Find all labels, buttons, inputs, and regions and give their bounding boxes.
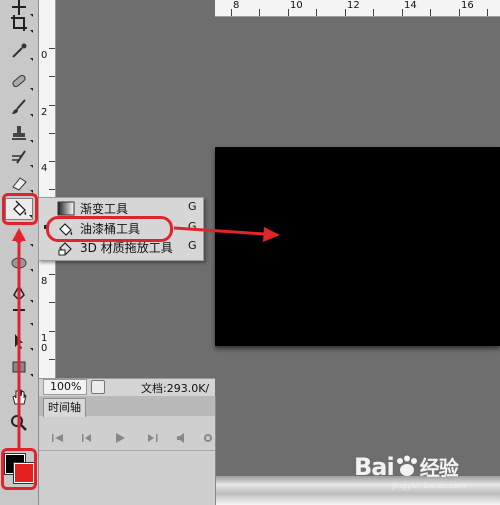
history-brush-tool[interactable] xyxy=(5,147,33,169)
vertical-ruler: 0 2 4 6 8 1 0 xyxy=(39,0,56,378)
ruler-label: 8 xyxy=(41,276,48,287)
play-button[interactable] xyxy=(113,428,127,443)
document-canvas[interactable] xyxy=(215,147,500,346)
brush-tool[interactable] xyxy=(5,96,33,118)
hand-icon xyxy=(12,389,27,405)
eyedropper-tool[interactable] xyxy=(5,40,33,62)
menu-item-label: 渐变工具 xyxy=(80,202,129,216)
go-to-first-frame-button[interactable] xyxy=(51,428,65,442)
eraser-icon xyxy=(12,177,27,191)
settings-button[interactable] xyxy=(201,428,212,442)
ruler-label: 10 xyxy=(290,0,303,11)
watermark-url: jingyan.baidu.com xyxy=(392,481,466,490)
zoom-level-field[interactable]: 100% xyxy=(43,379,87,395)
healing-brush-tool[interactable] xyxy=(5,70,33,92)
previous-frame-icon xyxy=(82,434,91,442)
ruler-label: 8 xyxy=(233,0,240,11)
annotation-highlight-color-swatches xyxy=(1,448,37,490)
menu-item-shortcut: G xyxy=(188,239,197,252)
previous-frame-button[interactable] xyxy=(81,428,95,442)
next-frame-icon xyxy=(148,434,158,442)
timeline-panel: 时间轴 xyxy=(39,396,216,505)
tab-timeline[interactable]: 时间轴 xyxy=(43,398,86,417)
baidu-jingyan-watermark: Bai 经验 jingyan.baidu.com xyxy=(354,448,494,492)
divider xyxy=(39,450,215,451)
paw-icon xyxy=(396,455,417,476)
brush-icon xyxy=(12,99,26,114)
ruler-label: 0 xyxy=(41,343,48,354)
first-frame-icon xyxy=(52,434,63,442)
bandage-icon xyxy=(12,74,26,88)
type-icon xyxy=(13,309,25,323)
history-brush-icon xyxy=(12,150,26,164)
watermark-brand: Bai 经验 xyxy=(354,453,459,481)
sponge-icon xyxy=(11,257,27,269)
crop-icon xyxy=(11,15,27,31)
eraser-tool[interactable] xyxy=(5,172,33,194)
crop-tool[interactable] xyxy=(5,12,33,34)
next-frame-button[interactable] xyxy=(145,428,159,442)
ruler-label: 14 xyxy=(404,0,417,11)
pen-icon xyxy=(13,284,25,302)
tools-panel xyxy=(0,0,39,505)
gradient-icon xyxy=(57,201,75,216)
shape-tool[interactable] xyxy=(5,356,33,378)
dodge-tool[interactable] xyxy=(5,226,33,248)
menu-item-shortcut: G xyxy=(188,220,197,233)
ruler-label: 0 xyxy=(41,50,48,61)
arrow-pointer-icon xyxy=(15,334,23,349)
audio-button[interactable] xyxy=(175,428,189,443)
annotation-highlight-bucket-tool xyxy=(2,193,38,225)
annotation-highlight-menu-item xyxy=(46,216,173,242)
ruler-label: 4 xyxy=(41,163,48,174)
gear-icon xyxy=(204,434,212,442)
clone-stamp-tool[interactable] xyxy=(5,122,33,144)
ruler-label: 16 xyxy=(461,0,474,11)
blur-drop-icon xyxy=(15,230,23,243)
horizontal-ruler: 8 10 12 14 16 xyxy=(215,0,500,17)
status-menu-icon[interactable] xyxy=(91,380,105,394)
ruler-label: 12 xyxy=(347,0,360,11)
document-size-info: 文档:293.0K/ xyxy=(141,382,210,395)
zoom-tool[interactable] xyxy=(5,412,33,434)
path-selection-tool[interactable] xyxy=(5,330,33,352)
pen-tool[interactable] xyxy=(5,282,33,304)
timeline-tabbar: 时间轴 xyxy=(39,396,215,417)
magnifier-icon xyxy=(11,415,27,431)
status-bar: 100% 文档:293.0K/ xyxy=(39,378,215,397)
eyedropper-icon xyxy=(12,43,27,58)
speaker-icon xyxy=(177,433,184,443)
ruler-label: 2 xyxy=(41,107,48,118)
stamp-icon xyxy=(12,126,26,140)
sponge-tool[interactable] xyxy=(5,251,33,273)
hand-tool[interactable] xyxy=(5,386,33,408)
rectangle-icon xyxy=(12,361,26,373)
menu-item-shortcut: G xyxy=(188,200,197,213)
play-icon xyxy=(116,433,125,443)
type-tool[interactable] xyxy=(5,305,33,327)
